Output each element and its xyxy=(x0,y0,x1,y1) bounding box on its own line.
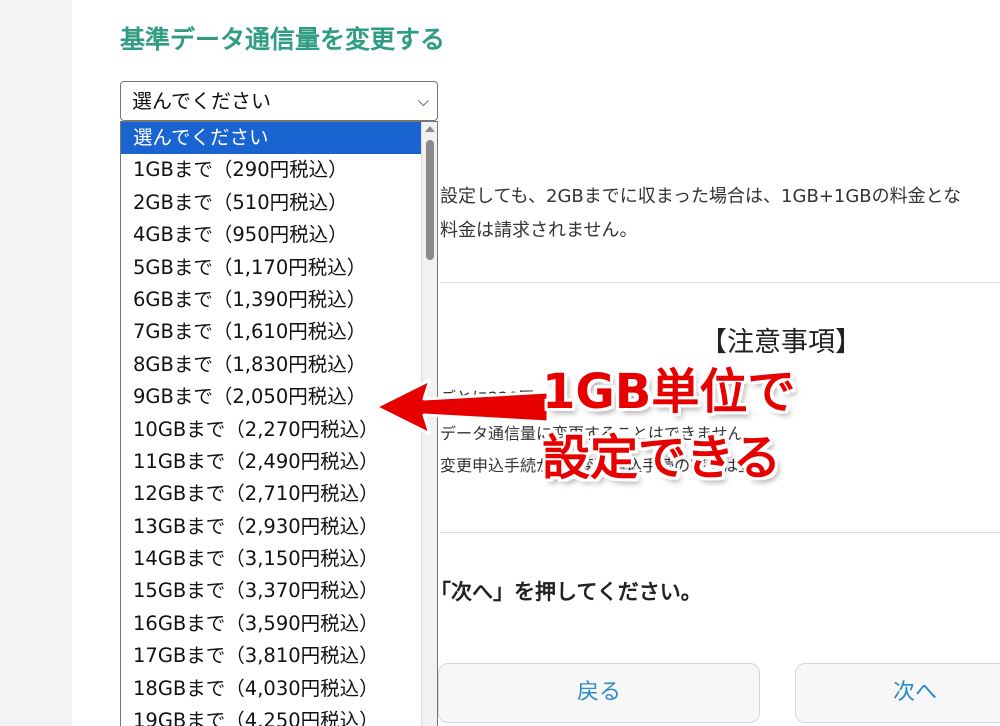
callout-line-2: 設定できる xyxy=(542,430,782,486)
dropdown-option[interactable]: 12GBまで（2,710円税込） xyxy=(121,478,421,510)
dropdown-option[interactable]: 15GBまで（3,370円税込） xyxy=(121,575,421,607)
dropdown-option[interactable]: 7GBまで（1,610円税込） xyxy=(121,316,421,348)
dropdown-option[interactable]: 2GBまで（510円税込） xyxy=(121,187,421,219)
notice-title: 【注意事項】 xyxy=(700,327,862,358)
dropdown-option[interactable]: 18GBまで（4,030円税込） xyxy=(121,673,421,705)
dropdown-option[interactable]: 5GBまで（1,170円税込） xyxy=(121,252,421,284)
dropdown-option[interactable]: 13GBまで（2,930円税込） xyxy=(121,511,421,543)
dropdown-option[interactable]: 17GBまで（3,810円税込） xyxy=(121,640,421,672)
scroll-up-arrow-icon[interactable] xyxy=(425,126,435,132)
instruction-text: 「次へ」を押してください。 xyxy=(430,580,702,604)
dropdown-option[interactable]: 6GBまで（1,390円税込） xyxy=(121,284,421,316)
dropdown-option[interactable]: 11GBまで（2,490円税込） xyxy=(121,446,421,478)
chevron-down-icon: ⌵ xyxy=(417,92,429,110)
section-heading: 基準データ通信量を変更する xyxy=(120,25,446,54)
dropdown-option[interactable]: 19GBまで（4,250円税込） xyxy=(121,705,421,726)
note-line-2: 料金は請求されません。 xyxy=(440,220,638,241)
data-plan-select[interactable]: 選んでください ⌵ xyxy=(120,81,438,121)
dropdown-option[interactable]: 14GBまで（3,150円税込） xyxy=(121,543,421,575)
divider-bottom xyxy=(440,532,1000,533)
arrow-left-icon xyxy=(374,378,550,436)
callout-line-1: 1GB単位で xyxy=(542,364,796,420)
dropdown-option-selected[interactable]: 選んでください xyxy=(121,122,421,155)
select-current-value: 選んでください xyxy=(132,89,271,113)
note-line-1: 設定しても、2GBまでに収まった場合は、1GB+1GBの料金とな xyxy=(440,186,962,207)
back-button[interactable]: 戻る xyxy=(438,663,760,723)
divider-top xyxy=(440,282,1000,283)
dropdown-option[interactable]: 4GBまで（950円税込） xyxy=(121,219,421,251)
dropdown-option[interactable]: 1GBまで（290円税込） xyxy=(121,154,421,186)
next-button[interactable]: 次へ xyxy=(795,663,1000,723)
dropdown-option[interactable]: 16GBまで（3,590円税込） xyxy=(121,608,421,640)
scroll-thumb[interactable] xyxy=(426,140,434,260)
